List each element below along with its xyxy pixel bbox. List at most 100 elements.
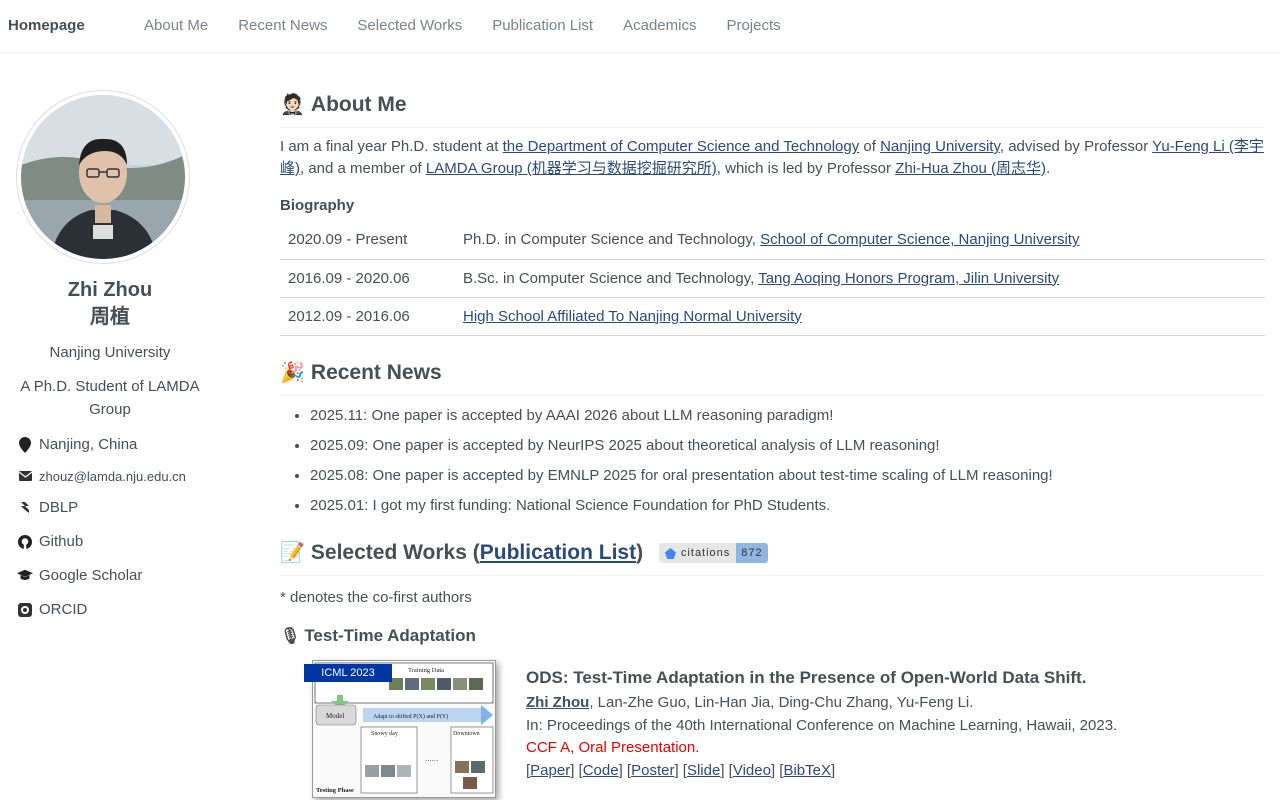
bio-text: Ph.D. in Computer Science and Technology…	[463, 231, 761, 249]
zhihua-zhou-link[interactable]: Zhi-Hua Zhou (周志华)	[895, 160, 1046, 177]
github-label: Github	[39, 533, 84, 550]
about-text: , and a member of	[300, 160, 426, 177]
nav-about-me[interactable]: About Me	[144, 17, 208, 34]
bio-entry: Ph.D. in Computer Science and Technology…	[455, 221, 1265, 260]
bio-date: 2012.09 - 2016.06	[280, 297, 455, 336]
bibtex-link[interactable]: BibTeX	[783, 762, 831, 779]
selected-works-title-end: )	[636, 541, 644, 564]
poster-link[interactable]: Poster	[631, 762, 674, 779]
microphone-icon: 🎙	[280, 628, 301, 645]
code-link[interactable]: Code	[583, 762, 619, 779]
bio-link[interactable]: School of Computer Science, Nanjing Univ…	[760, 231, 1079, 248]
google-scholar-link[interactable]: Google Scholar	[17, 567, 142, 584]
table-row: 2020.09 - Present Ph.D. in Computer Scie…	[280, 221, 1265, 260]
about-text: .	[1046, 160, 1051, 177]
bio-date: 2016.09 - 2020.06	[280, 259, 455, 298]
github-link[interactable]: Github	[17, 533, 83, 550]
biography-label: Biography	[280, 197, 355, 214]
paper-ccf-note: CCF A, Oral Presentation.	[526, 739, 700, 756]
orcid-icon	[17, 602, 33, 618]
department-link[interactable]: the Department of Computer Science and T…	[503, 138, 860, 155]
author-name-cn: 周植	[90, 306, 130, 328]
thumb-downtown-label: Downtown	[453, 731, 480, 737]
paper-link[interactable]: Paper	[530, 762, 570, 779]
nju-link[interactable]: Nanjing University	[880, 138, 1000, 155]
thumb-testing-label: Testing Phase	[316, 787, 354, 794]
venue-badge: ICML 2023	[304, 664, 392, 682]
avatar	[21, 95, 185, 259]
bio-text: B.Sc. in Computer Science and Technology…	[463, 269, 759, 287]
thumb-adapt-label: Adapt to shifted P(X) and P(Y)	[373, 713, 448, 720]
bio-link[interactable]: Tang Aoqing Honors Program, Jilin Univer…	[758, 270, 1059, 287]
list-item: 2025.01: I got my first funding: Nationa…	[310, 494, 1053, 524]
bio-entry: High School Affiliated To Nanjing Normal…	[455, 297, 1265, 336]
about-me-title: About Me	[310, 93, 407, 116]
google-scholar-label: Google Scholar	[39, 567, 143, 584]
thumb-training-data-label: Training Data	[408, 667, 444, 674]
avatar-photo	[21, 95, 185, 259]
github-icon	[17, 534, 33, 550]
nav-recent-news[interactable]: Recent News	[238, 17, 327, 34]
citations-badge[interactable]: citations 872	[658, 543, 768, 564]
thumb-ellipsis: ......	[425, 754, 438, 763]
list-item: 2025.11: One paper is accepted by AAAI 2…	[310, 404, 1053, 434]
about-text: of	[859, 138, 881, 155]
citations-text: citations	[680, 547, 731, 560]
dblp-label: DBLP	[39, 499, 79, 516]
nav-projects[interactable]: Projects	[726, 17, 780, 34]
about-text: I am a final year Ph.D. student at	[280, 138, 503, 155]
brand-link[interactable]: Homepage	[8, 17, 85, 34]
lamda-link[interactable]: LAMDA Group (机器学习与数据挖掘研究所)	[426, 160, 717, 177]
bio-date: 2020.09 - Present	[280, 221, 455, 260]
about-paragraph: I am a final year Ph.D. student at the D…	[280, 136, 1265, 180]
orcid-link[interactable]: ORCID	[17, 601, 87, 618]
avatar-frame	[16, 90, 190, 264]
citations-badge-label: citations	[658, 543, 737, 564]
dblp-icon	[17, 500, 33, 516]
recent-news-heading: 🎉 Recent News	[280, 360, 1265, 396]
nav-links: About Me Recent News Selected Works Publ…	[144, 17, 811, 34]
slide-link[interactable]: Slide	[687, 762, 720, 779]
subsection-title: Test-Time Adaptation	[304, 626, 476, 645]
cofirst-note: * denotes the co-first authors	[280, 589, 472, 606]
graduation-cap-icon	[17, 568, 33, 584]
thumb-model-label: Model	[326, 712, 344, 720]
nav-publication-list[interactable]: Publication List	[492, 17, 593, 34]
table-row: 2016.09 - 2020.06 B.Sc. in Computer Scie…	[280, 259, 1265, 298]
publication-list-link[interactable]: Publication List	[480, 541, 636, 564]
first-author: Zhi Zhou	[526, 694, 590, 711]
video-link[interactable]: Video	[733, 762, 771, 779]
paper-links: [Paper] [Code] [Poster] [Slide] [Video] …	[526, 762, 836, 779]
news-list: 2025.11: One paper is accepted by AAAI 2…	[310, 404, 1053, 524]
memo-icon: 📝	[280, 542, 305, 564]
citations-count: 872	[736, 543, 768, 564]
list-item: 2025.08: One paper is accepted by EMNLP …	[310, 464, 1053, 494]
person-in-tuxedo-icon: 🤵🏻	[280, 94, 305, 116]
bio-entry: B.Sc. in Computer Science and Technology…	[455, 259, 1265, 298]
list-item: 2025.09: One paper is accepted by NeurIP…	[310, 434, 1053, 464]
location-pin-icon	[17, 436, 33, 453]
dblp-link[interactable]: DBLP	[17, 499, 78, 516]
paper-venue: In: Proceedings of the 40th Internationa…	[526, 717, 1118, 734]
google-scholar-icon	[664, 547, 676, 559]
bio-link[interactable]: High School Affiliated To Nanjing Normal…	[463, 308, 802, 325]
nav-selected-works[interactable]: Selected Works	[357, 17, 462, 34]
paper-title: ODS: Test-Time Adaptation in the Presenc…	[526, 668, 1087, 687]
about-me-heading: 🤵🏻 About Me	[280, 92, 1265, 128]
thumb-snowy-label: Snowy day	[371, 731, 398, 737]
email-label: zhouz@lamda.nju.edu.cn	[39, 468, 186, 484]
recent-news-title: Recent News	[310, 361, 442, 384]
party-popper-icon: 🎉	[280, 362, 305, 384]
envelope-icon	[17, 468, 33, 484]
author-affiliation: Nanjing University	[49, 344, 171, 361]
co-authors: , Lan-Zhe Guo, Lin-Han Jia, Ding-Chu Zha…	[589, 694, 974, 711]
test-time-adaptation-heading: 🎙 Test-Time Adaptation	[280, 626, 476, 646]
selected-works-heading: 📝 Selected Works (Publication List) citat…	[280, 540, 1265, 576]
table-row: 2012.09 - 2016.06 High School Affiliated…	[280, 297, 1265, 336]
paper-authors: Zhi Zhou, Lan-Zhe Guo, Lin-Han Jia, Ding…	[526, 694, 973, 711]
location-label: Nanjing, China	[39, 436, 138, 453]
top-navbar: Homepage About Me Recent News Selected W…	[0, 0, 1280, 53]
nav-academics[interactable]: Academics	[623, 17, 696, 34]
email-item[interactable]: zhouz@lamda.nju.edu.cn	[17, 468, 186, 484]
selected-works-title: Selected Works (	[310, 541, 480, 564]
